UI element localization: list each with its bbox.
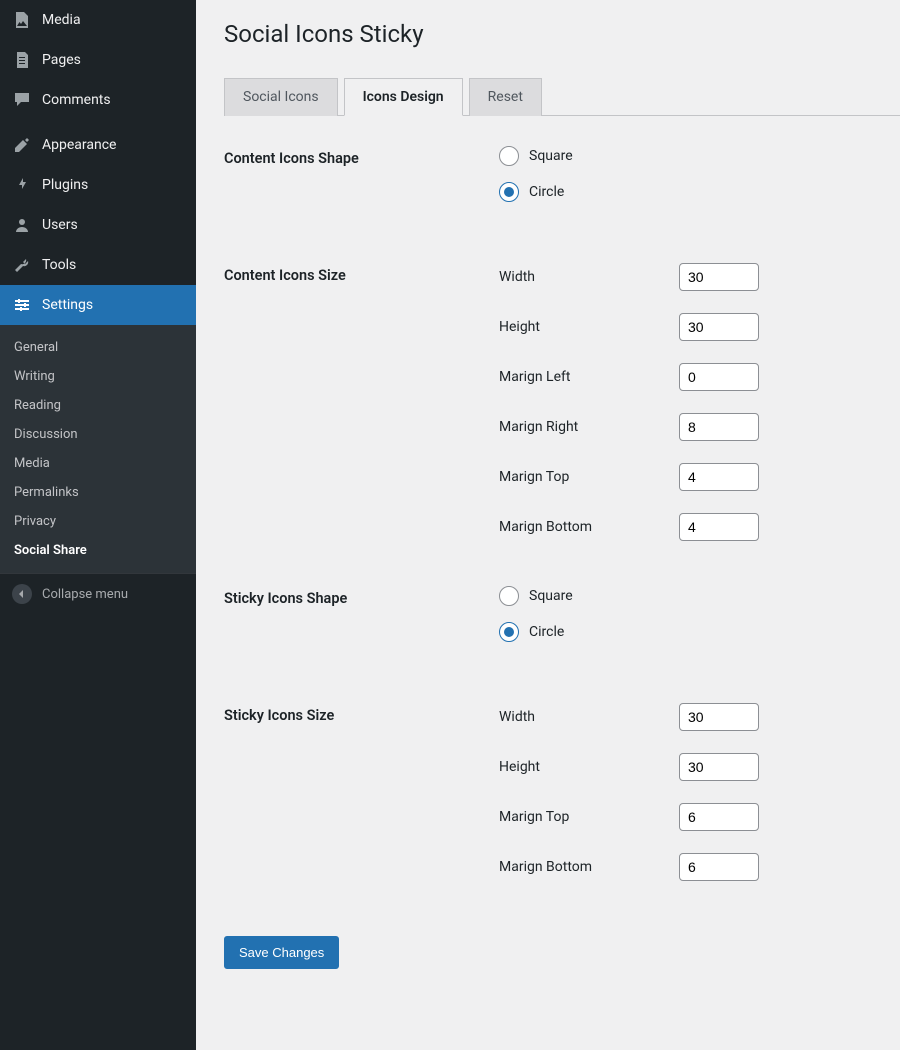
sticky-margin-top-input[interactable]: [679, 803, 759, 831]
tab-social-icons[interactable]: Social Icons: [224, 78, 338, 116]
menu-label: Appearance: [42, 137, 116, 153]
menu-label: Comments: [42, 92, 111, 108]
submenu-discussion[interactable]: Discussion: [0, 420, 196, 449]
height-label: Height: [499, 759, 679, 775]
plugins-icon: [12, 175, 32, 195]
collapse-label: Collapse menu: [42, 587, 128, 602]
margin-bottom-label: Marign Bottom: [499, 859, 679, 875]
sticky-margin-bottom-input[interactable]: [679, 853, 759, 881]
submenu-reading[interactable]: Reading: [0, 391, 196, 420]
radio-label: Square: [529, 588, 573, 604]
menu-label: Users: [42, 217, 78, 233]
radio-label: Circle: [529, 624, 564, 640]
tab-nav: Social Icons Icons Design Reset: [224, 78, 900, 116]
margin-top-label: Marign Top: [499, 809, 679, 825]
menu-label: Plugins: [42, 177, 88, 193]
menu-label: Tools: [42, 257, 76, 273]
settings-icon: [12, 295, 32, 315]
content-height-input[interactable]: [679, 313, 759, 341]
sticky-size-label: Sticky Icons Size: [224, 703, 499, 724]
content-margin-right-input[interactable]: [679, 413, 759, 441]
sticky-width-input[interactable]: [679, 703, 759, 731]
appearance-icon: [12, 135, 32, 155]
settings-submenu: General Writing Reading Discussion Media…: [0, 325, 196, 573]
menu-label: Settings: [42, 297, 93, 313]
width-label: Width: [499, 269, 679, 285]
content-width-input[interactable]: [679, 263, 759, 291]
tab-icons-design[interactable]: Icons Design: [344, 78, 463, 116]
menu-label: Pages: [42, 52, 81, 68]
page-content: Social Icons Sticky Social Icons Icons D…: [196, 0, 900, 1050]
sidebar-item-appearance[interactable]: Appearance: [0, 125, 196, 165]
content-margin-left-input[interactable]: [679, 363, 759, 391]
save-button[interactable]: Save Changes: [224, 936, 339, 969]
content-margin-bottom-input[interactable]: [679, 513, 759, 541]
submenu-social-share[interactable]: Social Share: [0, 536, 196, 565]
pages-icon: [12, 50, 32, 70]
sidebar-item-tools[interactable]: Tools: [0, 245, 196, 285]
margin-left-label: Marign Left: [499, 369, 679, 385]
radio-sticky-circle[interactable]: [499, 622, 519, 642]
menu-label: Media: [42, 12, 81, 28]
radio-content-circle[interactable]: [499, 182, 519, 202]
submenu-permalinks[interactable]: Permalinks: [0, 478, 196, 507]
submenu-media[interactable]: Media: [0, 449, 196, 478]
users-icon: [12, 215, 32, 235]
sidebar-item-pages[interactable]: Pages: [0, 40, 196, 80]
width-label: Width: [499, 709, 679, 725]
margin-bottom-label: Marign Bottom: [499, 519, 679, 535]
radio-label: Square: [529, 148, 573, 164]
submenu-general[interactable]: General: [0, 333, 196, 362]
collapse-icon: [12, 584, 32, 604]
sticky-shape-label: Sticky Icons Shape: [224, 586, 499, 607]
submenu-privacy[interactable]: Privacy: [0, 507, 196, 536]
page-title: Social Icons Sticky: [224, 20, 900, 48]
content-shape-label: Content Icons Shape: [224, 146, 499, 167]
media-icon: [12, 10, 32, 30]
tab-reset[interactable]: Reset: [469, 78, 542, 116]
sidebar-item-users[interactable]: Users: [0, 205, 196, 245]
content-margin-top-input[interactable]: [679, 463, 759, 491]
height-label: Height: [499, 319, 679, 335]
radio-content-square[interactable]: [499, 146, 519, 166]
sidebar-item-comments[interactable]: Comments: [0, 80, 196, 120]
sidebar-item-media[interactable]: Media: [0, 0, 196, 40]
admin-sidebar: Media Pages Comments Appearance Plugins …: [0, 0, 196, 1050]
collapse-menu[interactable]: Collapse menu: [0, 573, 196, 614]
sticky-height-input[interactable]: [679, 753, 759, 781]
radio-sticky-square[interactable]: [499, 586, 519, 606]
submenu-writing[interactable]: Writing: [0, 362, 196, 391]
comments-icon: [12, 90, 32, 110]
tools-icon: [12, 255, 32, 275]
sidebar-item-settings[interactable]: Settings: [0, 285, 196, 325]
content-size-label: Content Icons Size: [224, 263, 499, 284]
margin-top-label: Marign Top: [499, 469, 679, 485]
margin-right-label: Marign Right: [499, 419, 679, 435]
radio-label: Circle: [529, 184, 564, 200]
sidebar-item-plugins[interactable]: Plugins: [0, 165, 196, 205]
